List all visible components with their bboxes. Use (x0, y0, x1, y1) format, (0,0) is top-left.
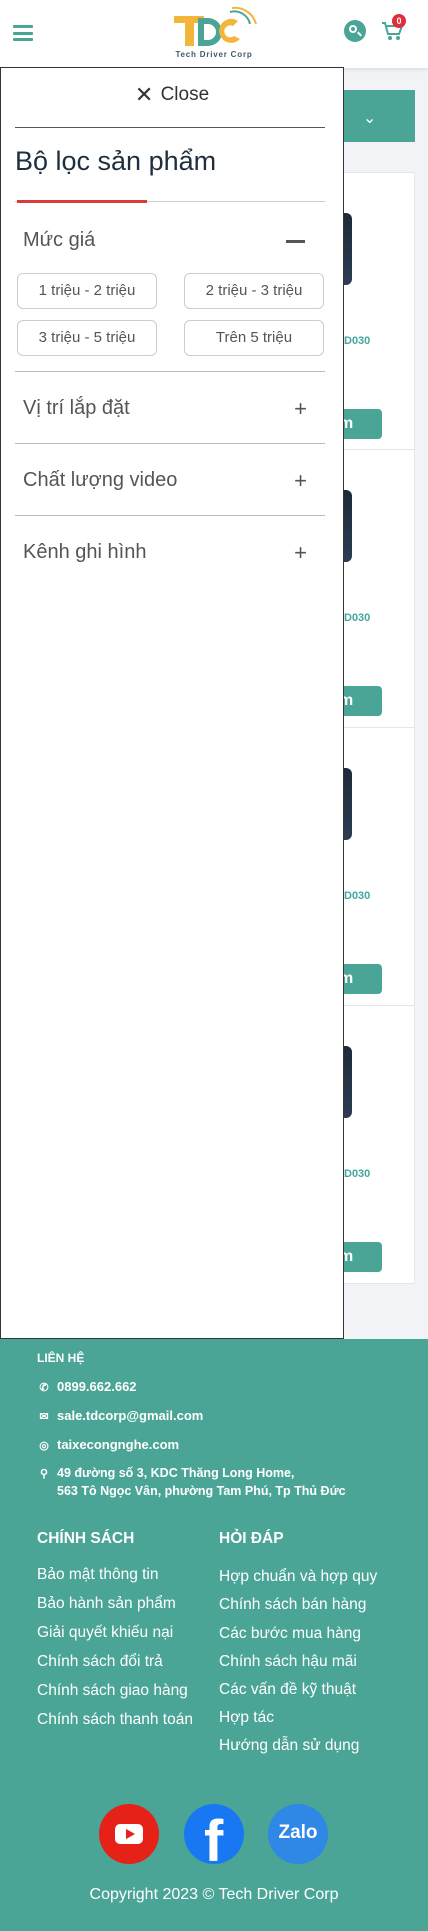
mail-icon: ✉ (39, 1411, 49, 1423)
zalo-icon[interactable]: Zalo (268, 1804, 328, 1864)
faq-link[interactable]: Chính sách hậu mãi (219, 1653, 357, 1671)
faq-link[interactable]: Các bước mua hàng (219, 1625, 361, 1643)
close-label: Close (160, 84, 210, 105)
policy-link[interactable]: Bảo hành sản phẩm (37, 1595, 176, 1613)
policy-link[interactable]: Chính sách giao hàng (37, 1682, 188, 1700)
product-code: D030 (344, 1168, 371, 1180)
divider (15, 443, 325, 444)
close-icon: ✕ (134, 82, 154, 107)
section-label: Mức giá (23, 229, 96, 251)
product-code: D030 (344, 335, 371, 347)
search-icon[interactable] (344, 20, 366, 42)
email-text: sale.tdcorp@gmail.com (57, 1408, 204, 1423)
policy-link[interactable]: Chính sách thanh toán (37, 1711, 193, 1729)
divider (15, 515, 325, 516)
price-option[interactable]: 3 triệu - 5 triệu (17, 320, 157, 356)
address-line-1: 49 đường số 3, KDC Thăng Long Home, (57, 1466, 295, 1480)
policy-heading: CHÍNH SÁCH (37, 1530, 135, 1547)
drawer-title: Bộ lọc sản phẩm (15, 146, 217, 176)
logo-mark (168, 6, 260, 50)
contact-website[interactable]: ◎ taixecongnghe.com (37, 1437, 179, 1452)
title-accent-bar (17, 200, 147, 203)
site-logo[interactable]: Tech Driver Corp (168, 6, 260, 64)
price-option[interactable]: Trên 5 triệu (184, 320, 324, 356)
product-card[interactable]: D030 m (335, 728, 415, 1006)
contact-email[interactable]: ✉ sale.tdcorp@gmail.com (37, 1408, 203, 1423)
product-card[interactable]: D030 m (335, 1006, 415, 1284)
chevron-down-icon: ⌄ (363, 110, 377, 127)
plus-icon: + (294, 396, 307, 421)
filter-toggle-bar[interactable]: ⌄ (335, 90, 415, 142)
cart-count-badge: 0 (392, 14, 406, 28)
faq-link[interactable]: Hợp tác (219, 1709, 274, 1727)
address-line-2: 563 Tô Ngọc Vân, phường Tam Phú, Tp Thủ … (57, 1484, 346, 1498)
facebook-icon[interactable]: f (184, 1804, 244, 1864)
policy-link[interactable]: Bảo mật thông tin (37, 1566, 159, 1584)
policy-link[interactable]: Chính sách đổi trả (37, 1653, 163, 1671)
product-code: D030 (344, 612, 371, 624)
faq-link[interactable]: Hướng dẫn sử dụng (219, 1737, 359, 1755)
map-pin-icon: ⚲ (39, 1468, 49, 1480)
site-footer: LIÊN HỆ ✆ 0899.662.662 ✉ sale.tdcorp@gmail… (0, 1339, 428, 1931)
logo-text: Tech Driver Corp (175, 50, 253, 59)
price-option[interactable]: 2 triệu - 3 triệu (184, 273, 324, 309)
section-location-header[interactable]: Vị trí lắp đặt + (15, 389, 325, 429)
contact-phone[interactable]: ✆ 0899.662.662 (37, 1379, 137, 1394)
section-label: Kênh ghi hình (23, 541, 147, 563)
section-label: Vị trí lắp đặt (23, 397, 130, 419)
section-price-header[interactable]: Mức giá (15, 221, 325, 261)
plus-icon: + (294, 540, 307, 565)
faq-link[interactable]: Hợp chuẩn và hợp quy (219, 1568, 377, 1586)
policy-link[interactable]: Giải quyết khiếu nại (37, 1624, 173, 1642)
divider (15, 371, 325, 372)
section-price: Mức giá (15, 221, 325, 261)
globe-icon: ◎ (39, 1440, 49, 1452)
contact-heading: LIÊN HỆ (37, 1351, 85, 1365)
filter-drawer: ✕ Close Bộ lọc sản phẩm Mức giá 1 triệu … (0, 67, 344, 1339)
price-option[interactable]: 1 triệu - 2 triệu (17, 273, 157, 309)
product-code: D030 (344, 890, 371, 902)
close-button[interactable]: ✕ Close (1, 84, 343, 114)
plus-icon: + (294, 468, 307, 493)
copyright-text: Copyright 2023 © Tech Driver Corp (89, 1886, 339, 1903)
section-recording-channels: Kênh ghi hình + (15, 533, 325, 573)
website-text: taixecongnghe.com (57, 1437, 180, 1452)
product-list: D030 m D030 m D030 m D030 m (335, 172, 415, 1284)
site-header: Tech Driver Corp 0 (0, 0, 428, 68)
youtube-icon[interactable] (99, 1804, 159, 1864)
product-card[interactable]: D030 m (335, 450, 415, 728)
divider (15, 127, 325, 128)
phone-text: 0899.662.662 (57, 1379, 137, 1394)
section-location: Vị trí lắp đặt + (15, 389, 325, 429)
section-video-quality: Chất lượng video + (15, 461, 325, 501)
section-video-quality-header[interactable]: Chất lượng video + (15, 461, 325, 501)
section-recording-channels-header[interactable]: Kênh ghi hình + (15, 533, 325, 573)
faq-heading: HỎI ĐÁP (219, 1530, 284, 1547)
faq-link[interactable]: Các vấn đề kỹ thuật (219, 1681, 356, 1699)
hamburger-icon[interactable] (13, 25, 33, 41)
collapse-icon (286, 240, 305, 243)
zalo-label: Zalo (278, 1822, 318, 1843)
section-label: Chất lượng video (23, 469, 178, 491)
product-card[interactable]: D030 m (335, 172, 415, 450)
faq-link[interactable]: Chính sách bán hàng (219, 1596, 366, 1614)
phone-icon: ✆ (39, 1382, 49, 1394)
contact-address: ⚲ 49 đường số 3, KDC Thăng Long Home, 563… (37, 1465, 346, 1500)
